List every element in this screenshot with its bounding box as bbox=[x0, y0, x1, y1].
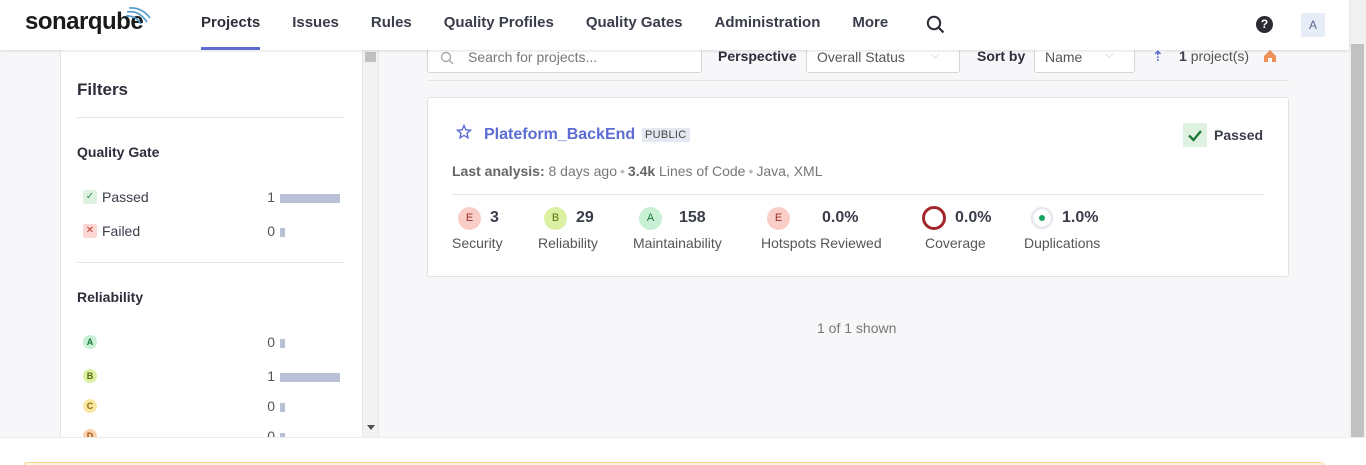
metric-label: Duplications bbox=[1024, 235, 1101, 251]
nav-quality-profiles[interactable]: Quality Profiles bbox=[444, 0, 554, 50]
project-count-suffix: project(s) bbox=[1190, 48, 1250, 64]
metric-value: 1.0% bbox=[1062, 209, 1099, 226]
filter-count: 0 bbox=[267, 334, 275, 350]
filter-bar bbox=[280, 373, 340, 382]
divider bbox=[378, 50, 379, 437]
filter-reliability-c[interactable]: C 0 bbox=[77, 395, 341, 417]
filter-reliability-a[interactable]: A 0 bbox=[77, 331, 341, 353]
page-scrollbar[interactable] bbox=[1349, 0, 1366, 437]
filter-bar bbox=[280, 403, 285, 412]
sonarqube-logo[interactable]: sonarqube bbox=[25, 7, 151, 36]
nav-more[interactable]: More bbox=[852, 0, 888, 50]
check-icon bbox=[1183, 123, 1207, 147]
duplications-ring-icon bbox=[1030, 206, 1054, 230]
filter-reliability-d[interactable]: D 0 bbox=[77, 425, 341, 437]
scroll-down-arrow-icon[interactable] bbox=[367, 425, 375, 430]
rating-badge: E bbox=[767, 207, 790, 230]
cross-icon: ✕ bbox=[83, 224, 97, 238]
search-icon bbox=[440, 51, 454, 65]
perspective-label: Perspective bbox=[718, 48, 797, 64]
filter-passed[interactable]: ✓ Passed 1 bbox=[77, 186, 341, 208]
rating-badge: B bbox=[83, 369, 97, 383]
metric-label: Reliability bbox=[538, 235, 598, 251]
coverage-ring-icon bbox=[922, 206, 946, 230]
reliability-filter-title: Reliability bbox=[77, 289, 144, 305]
metric-value: 29 bbox=[576, 209, 594, 226]
languages: Java, XML bbox=[756, 163, 823, 179]
search-icon[interactable] bbox=[926, 15, 945, 34]
last-analysis-label: Last analysis: bbox=[452, 163, 545, 179]
nav-issues[interactable]: Issues bbox=[292, 0, 339, 50]
logo-text-sonar: sonar bbox=[25, 8, 88, 35]
rating-badge: E bbox=[458, 207, 481, 230]
rating-badge: A bbox=[639, 207, 662, 230]
project-name-link[interactable]: Plateform_BackEnd bbox=[484, 126, 635, 144]
metric-value: 0.0% bbox=[822, 209, 859, 226]
bottom-area bbox=[0, 437, 1366, 465]
scrollbar-thumb[interactable] bbox=[365, 52, 376, 62]
chevron-down-icon: ⌵ bbox=[931, 49, 940, 61]
project-card: Plateform_BackEnd PUBLIC Passed Last ana… bbox=[427, 97, 1289, 277]
rating-badge: A bbox=[83, 335, 97, 349]
rating-badge: C bbox=[83, 399, 97, 413]
pagination-summary: 1 of 1 shown bbox=[817, 320, 897, 336]
metric-value: 0.0% bbox=[955, 209, 992, 226]
filter-count: 0 bbox=[267, 223, 275, 239]
perspective-value: Overall Status bbox=[817, 49, 905, 65]
divider bbox=[427, 80, 1289, 81]
visibility-badge: PUBLIC bbox=[642, 128, 690, 142]
metric-label: Maintainability bbox=[633, 235, 722, 251]
quality-gate-status: Passed bbox=[1214, 127, 1264, 143]
nav-projects[interactable]: Projects bbox=[201, 0, 261, 50]
filter-bar bbox=[280, 339, 285, 348]
project-count-number: 1 bbox=[1179, 48, 1187, 64]
star-favorite-icon[interactable] bbox=[456, 124, 472, 140]
divider bbox=[77, 117, 345, 118]
search-input[interactable] bbox=[468, 47, 693, 67]
top-navigation: sonarqube Projects Issues Rules Quality … bbox=[0, 0, 1349, 50]
logo-waves-icon bbox=[125, 7, 151, 25]
sort-by-label: Sort by bbox=[977, 48, 1026, 64]
filter-count: 0 bbox=[267, 428, 275, 437]
filter-reliability-b[interactable]: B 1 bbox=[77, 365, 341, 387]
filters-title: Filters bbox=[77, 80, 129, 99]
avatar[interactable]: A bbox=[1301, 13, 1325, 37]
filter-label: Passed bbox=[102, 189, 149, 205]
metric-value: 3 bbox=[490, 209, 499, 226]
help-icon[interactable]: ? bbox=[1256, 16, 1273, 33]
metric-label: Hotspots Reviewed bbox=[761, 235, 882, 251]
rating-badge: B bbox=[544, 207, 567, 230]
chevron-down-icon: ⌵ bbox=[1105, 49, 1114, 61]
filter-bar bbox=[280, 228, 285, 237]
nav-quality-gates[interactable]: Quality Gates bbox=[586, 0, 683, 50]
filter-count: 1 bbox=[267, 189, 275, 205]
divider bbox=[77, 262, 345, 263]
sort-value: Name bbox=[1045, 49, 1083, 65]
project-count: 1 project(s) bbox=[1179, 48, 1249, 64]
metric-value: 158 bbox=[679, 209, 706, 226]
quality-gate-filter-title: Quality Gate bbox=[77, 144, 160, 160]
sort-ascending-icon[interactable]: ⇡ bbox=[1152, 48, 1164, 65]
nav-administration[interactable]: Administration bbox=[715, 0, 821, 50]
loc-label: Lines of Code bbox=[659, 163, 746, 179]
sidebar-scrollbar[interactable] bbox=[362, 50, 378, 437]
scrollbar-thumb[interactable] bbox=[1351, 44, 1364, 437]
metric-label: Security bbox=[452, 235, 503, 251]
nav-rules[interactable]: Rules bbox=[371, 0, 412, 50]
filter-failed[interactable]: ✕ Failed 0 bbox=[77, 220, 341, 242]
loc-value: 3.4k bbox=[627, 163, 656, 179]
filter-label: Failed bbox=[102, 223, 141, 239]
rating-badge: D bbox=[83, 429, 97, 437]
filters-sidebar: Filters Quality Gate ✓ Passed 1 ✕ Failed… bbox=[60, 50, 362, 437]
divider bbox=[452, 194, 1265, 195]
analysis-info: Last analysis: 8 days ago • 3.4k Lines of … bbox=[452, 163, 823, 179]
home-icon[interactable] bbox=[1263, 49, 1277, 63]
filter-count: 1 bbox=[267, 368, 275, 384]
check-icon: ✓ bbox=[83, 190, 97, 204]
filter-count: 0 bbox=[267, 398, 275, 414]
last-analysis-value: 8 days ago bbox=[548, 163, 618, 179]
metric-label: Coverage bbox=[925, 235, 986, 251]
main-menu: Projects Issues Rules Quality Profiles Q… bbox=[201, 0, 920, 50]
filter-bar bbox=[280, 194, 340, 203]
